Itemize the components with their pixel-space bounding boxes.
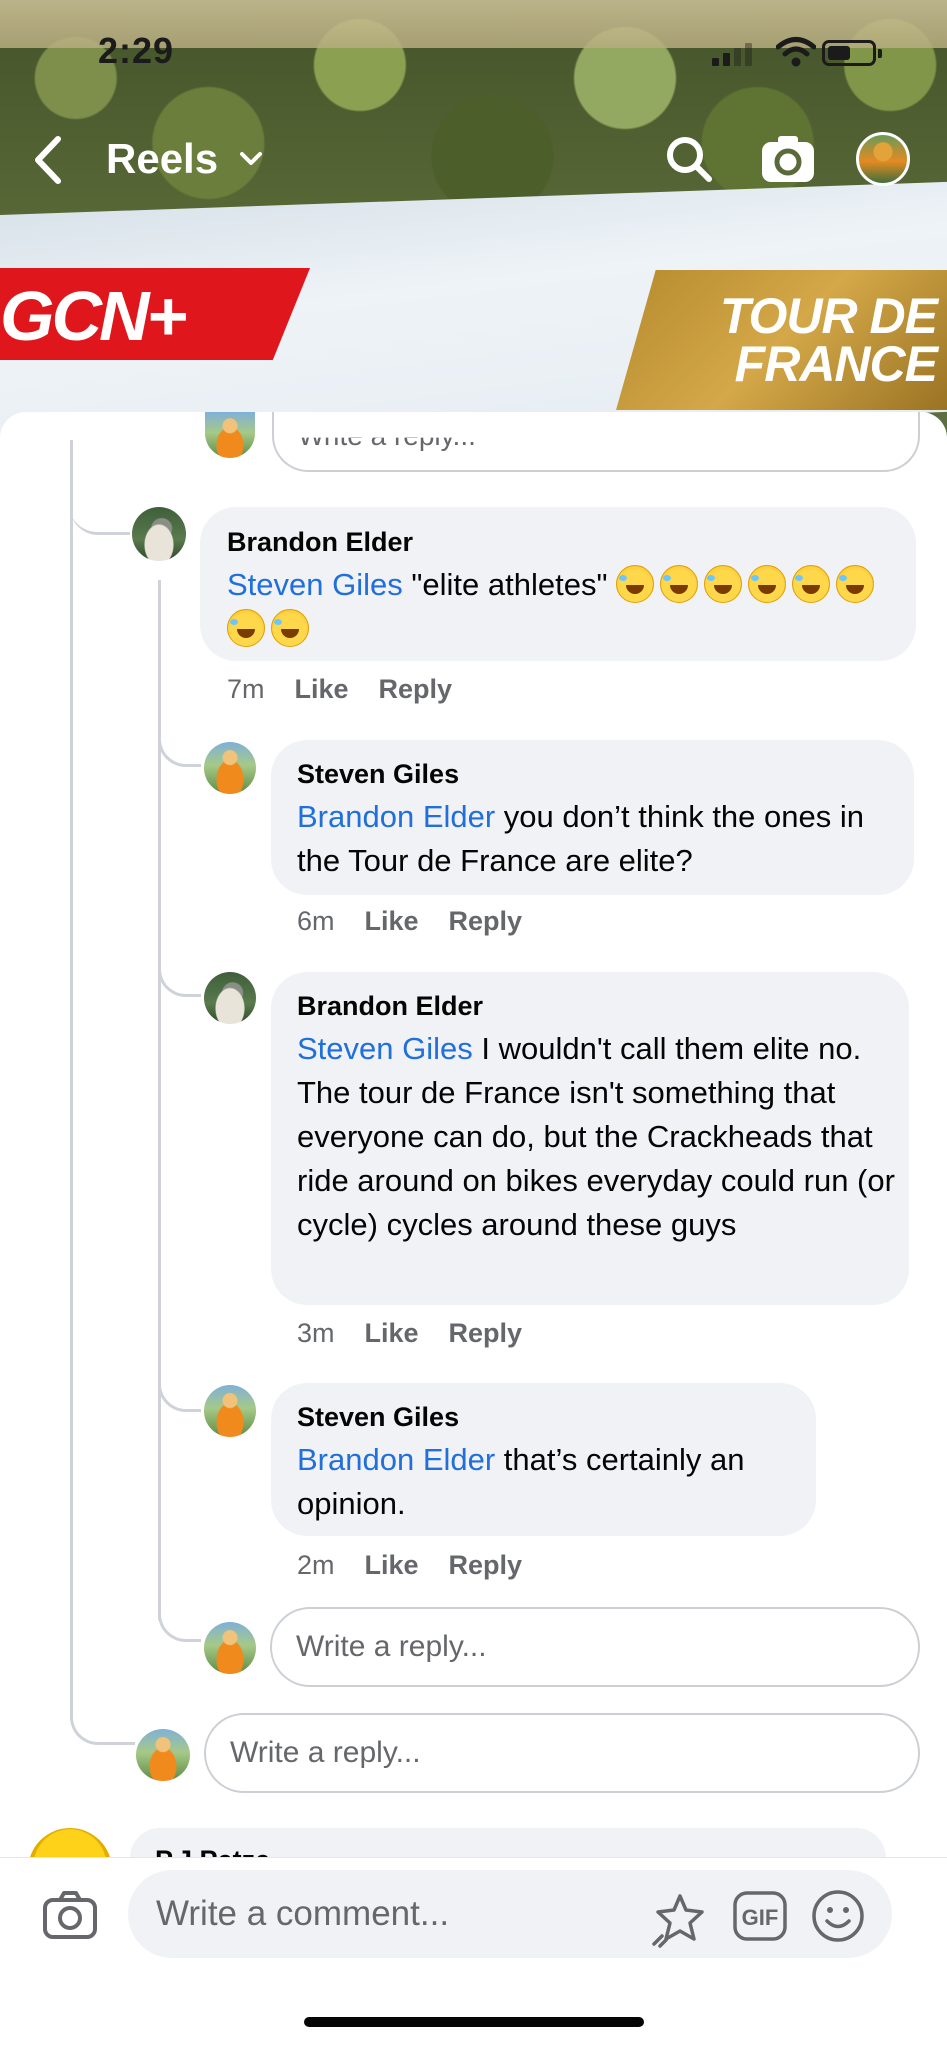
- avatar: [136, 1729, 190, 1781]
- tour-de-france-logo: TOUR DE FRANCE: [616, 270, 947, 410]
- status-icons: [710, 36, 890, 70]
- camera-icon[interactable]: [42, 1890, 98, 1940]
- reply-button[interactable]: Reply: [449, 1318, 523, 1348]
- chevron-down-icon[interactable]: [238, 150, 264, 168]
- reply-placeholder: Write a reply...: [230, 1736, 421, 1769]
- reply-input[interactable]: Write a reply...: [204, 1713, 920, 1793]
- laughing-emoji-icon: [836, 565, 875, 603]
- like-button[interactable]: Like: [365, 906, 419, 936]
- comment-author[interactable]: Brandon Elder: [227, 527, 413, 558]
- avatar: [204, 1622, 256, 1674]
- gif-icon[interactable]: GIF: [732, 1890, 788, 1942]
- reply-button[interactable]: Reply: [449, 1550, 523, 1580]
- back-chevron-icon[interactable]: [30, 135, 66, 185]
- signal-bar: [734, 48, 741, 66]
- tdf-logo-text: TOUR DE FRANCE: [719, 288, 938, 392]
- comment-text: Brandon Elder you don’t think the ones i…: [297, 795, 897, 883]
- reply-placeholder: Write a reply...: [296, 1630, 487, 1663]
- like-button[interactable]: Like: [365, 1318, 419, 1348]
- like-button[interactable]: Like: [365, 1550, 419, 1580]
- comment-time: 2m: [297, 1550, 335, 1580]
- comment-text: Steven Giles "elite athletes": [227, 563, 897, 651]
- laughing-emoji-icon: [704, 565, 743, 603]
- mention-link[interactable]: Steven Giles: [297, 1031, 473, 1066]
- mention-link[interactable]: Brandon Elder: [297, 799, 495, 834]
- reply-button[interactable]: Reply: [449, 906, 523, 936]
- signal-bar: [723, 53, 730, 66]
- thread-connector: [70, 490, 130, 535]
- mention-link[interactable]: Steven Giles: [227, 567, 403, 602]
- signal-bar: [745, 43, 752, 66]
- avatar[interactable]: [204, 1385, 256, 1437]
- comment-text: Steven Giles I wouldn't call them elite …: [297, 1027, 897, 1247]
- comment-placeholder: Write a comment...: [156, 1894, 450, 1933]
- laughing-emoji-icon: [271, 609, 309, 647]
- comment-author[interactable]: Steven Giles: [297, 1402, 459, 1433]
- comment-meta: 6m Like Reply: [297, 906, 522, 937]
- emoji-icon[interactable]: [810, 1888, 866, 1944]
- camera-icon[interactable]: [760, 134, 816, 184]
- reply-input[interactable]: Write a reply...: [272, 412, 920, 472]
- reply-input[interactable]: Write a reply...: [270, 1607, 920, 1687]
- mention-link[interactable]: Brandon Elder: [297, 1442, 495, 1477]
- battery-icon: [822, 40, 876, 66]
- comment-time: 7m: [227, 674, 265, 704]
- sticker-icon[interactable]: [650, 1892, 710, 1948]
- comment-time: 3m: [297, 1318, 335, 1348]
- reply-button[interactable]: Reply: [379, 674, 453, 704]
- laughing-emoji-icon: [227, 609, 265, 647]
- comment-meta: 2m Like Reply: [297, 1550, 522, 1581]
- search-icon[interactable]: [664, 134, 714, 184]
- gif-label: GIF: [742, 1905, 779, 1930]
- avatar[interactable]: [204, 972, 256, 1024]
- reels-title[interactable]: Reels: [106, 135, 218, 183]
- like-button[interactable]: Like: [295, 674, 349, 704]
- avatar[interactable]: [204, 742, 256, 794]
- laughing-emoji-icon: [748, 565, 787, 603]
- reply-placeholder: Write a reply...: [298, 420, 476, 451]
- gcn-logo-text: GCN+: [0, 277, 187, 355]
- signal-icon: [712, 58, 719, 66]
- wifi-icon: [776, 37, 816, 67]
- status-time: 2:29: [98, 30, 175, 71]
- comment-author[interactable]: Steven Giles: [297, 759, 459, 790]
- laughing-emoji-icon: [616, 565, 655, 603]
- comment-meta: 7m Like Reply: [227, 674, 452, 705]
- thread-line: [70, 440, 73, 1720]
- comment-time: 6m: [297, 906, 335, 936]
- comment-author[interactable]: Brandon Elder: [297, 991, 483, 1022]
- battery-nub: [878, 49, 882, 58]
- gcn-logo: GCN+: [0, 268, 310, 360]
- profile-avatar[interactable]: [856, 132, 910, 186]
- comment-meta: 3m Like Reply: [297, 1318, 522, 1349]
- laughing-emoji-icon: [660, 565, 699, 603]
- comment-body: "elite athletes": [402, 567, 617, 602]
- comment-text: Brandon Elder that’s certainly an opinio…: [297, 1438, 797, 1526]
- avatar[interactable]: [132, 507, 186, 561]
- laughing-emoji-icon: [792, 565, 831, 603]
- home-indicator[interactable]: [304, 2017, 644, 2027]
- thread-connector: [70, 1700, 135, 1745]
